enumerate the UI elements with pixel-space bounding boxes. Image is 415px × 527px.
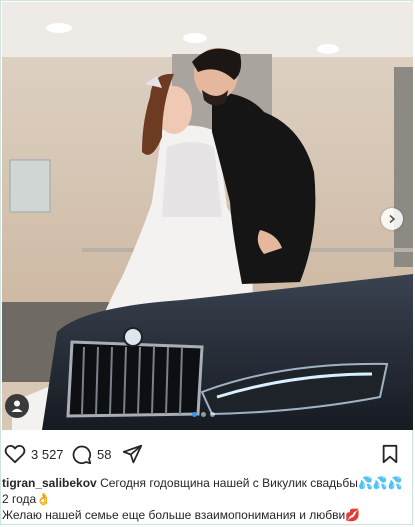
heart-icon (4, 444, 26, 464)
likes-count: 3 527 (31, 446, 64, 462)
post-photo[interactable] (2, 2, 413, 430)
user-icon (11, 400, 23, 412)
post-actions: 3 527 58 (1, 441, 414, 467)
caption-line-2: 2 года👌 (2, 491, 410, 507)
caption-years: 2 года (2, 492, 37, 506)
save-button[interactable] (381, 441, 399, 467)
caption-wish: Желаю нашей семье еще больше взаимопоним… (2, 508, 346, 522)
wedding-photo-illustration (2, 2, 413, 430)
tagged-user-button[interactable] (5, 394, 29, 418)
caption-text: Сегодня годовщина нашей с Викулик свадьб… (100, 476, 358, 490)
post-card: 3 527 58 tigran_salibekov Сегодня годовщ… (0, 0, 413, 525)
like-button[interactable]: 3 527 (4, 441, 64, 467)
carousel-next-button[interactable] (381, 208, 403, 230)
carousel-dot (210, 412, 215, 417)
carousel-dot (192, 412, 197, 417)
paper-plane-icon (122, 444, 143, 463)
share-button[interactable] (122, 441, 143, 467)
carousel-indicator (192, 412, 215, 417)
post-caption: tigran_salibekov Сегодня годовщина нашей… (2, 475, 410, 523)
comment-icon (72, 445, 92, 464)
comment-button[interactable]: 58 (71, 441, 111, 467)
sweat-droplets-emoji: 💦💦💦 (357, 476, 403, 490)
carousel-dot (201, 412, 206, 417)
comments-count: 58 (97, 446, 112, 462)
kiss-mark-emoji: 💋 (345, 508, 361, 522)
author-username[interactable]: tigran_salibekov (2, 476, 97, 490)
chevron-right-icon (389, 214, 396, 224)
caption-line-1: tigran_salibekov Сегодня годовщина нашей… (2, 475, 410, 491)
bookmark-icon (382, 444, 398, 464)
caption-line-3: Желаю нашей семье еще больше взаимопоним… (2, 507, 410, 523)
ok-hand-emoji: 👌 (36, 492, 52, 506)
